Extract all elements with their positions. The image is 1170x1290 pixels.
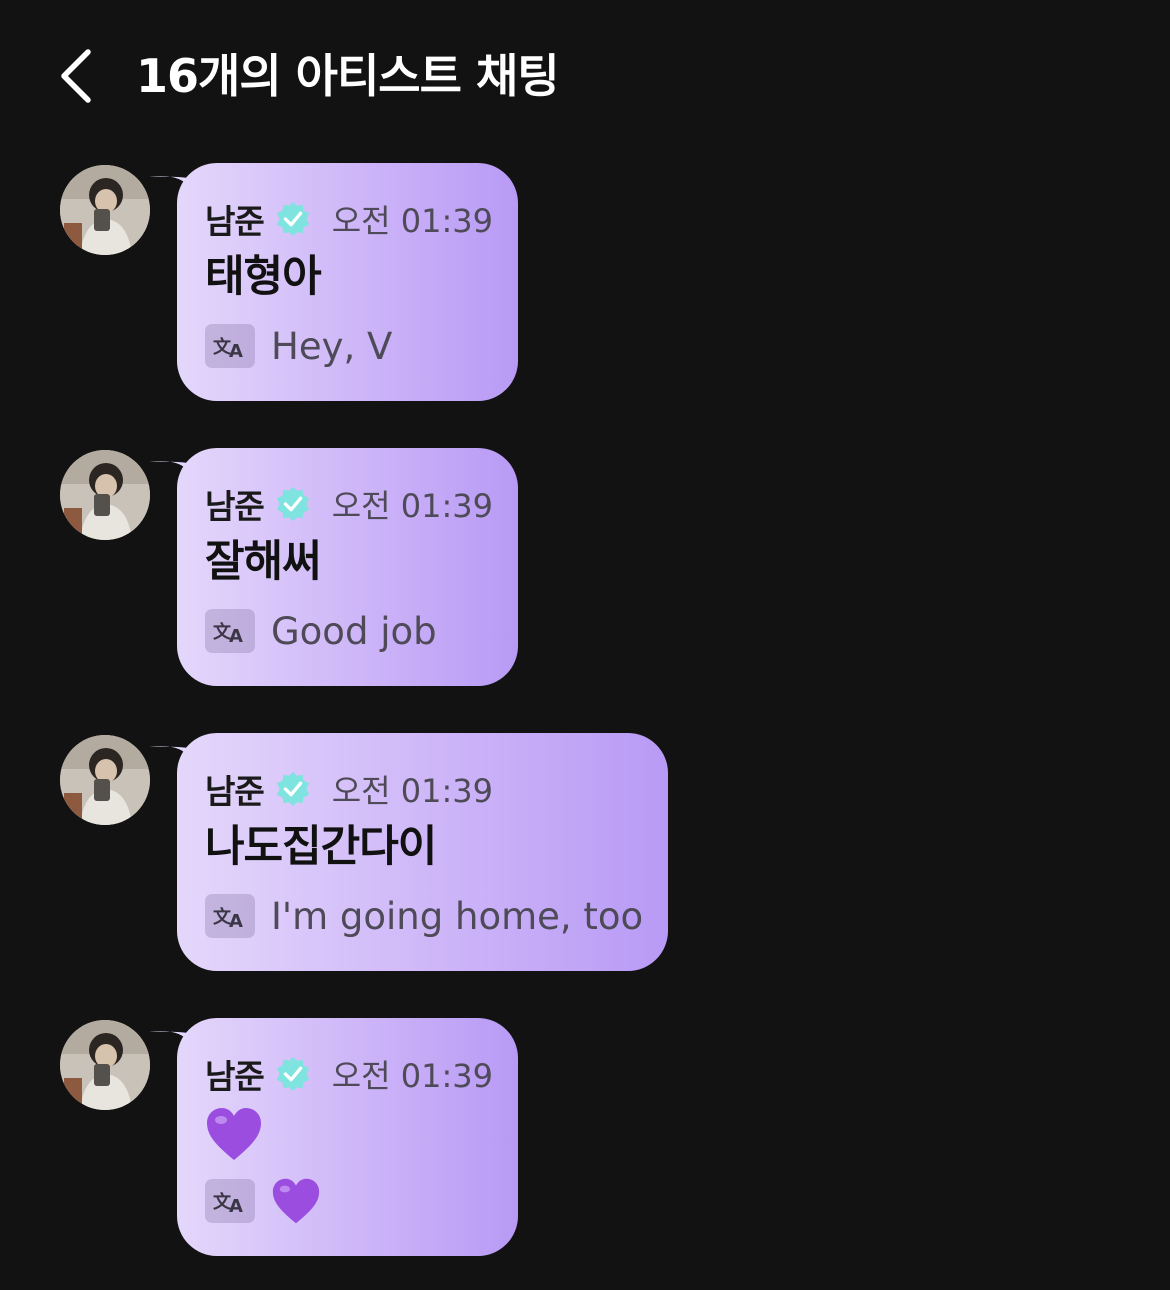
avatar[interactable] <box>60 165 150 255</box>
translate-icon[interactable]: 文 A <box>205 324 255 368</box>
svg-text:A: A <box>229 626 243 646</box>
translation-line: 文 A <box>205 1178 321 1224</box>
avatar[interactable] <box>60 1020 150 1110</box>
translated-text: I'm going home, too <box>271 894 644 938</box>
verified-badge-icon <box>274 200 312 238</box>
avatar-photo <box>60 1020 150 1110</box>
translated-text: Good job <box>271 609 437 653</box>
verified-badge-icon <box>274 485 312 523</box>
verified-badge-icon <box>274 770 312 808</box>
back-button[interactable] <box>50 44 106 108</box>
translation-line: 文 A Hey, V <box>205 323 392 369</box>
chevron-left-icon <box>61 49 91 103</box>
translation-line: 文 A I'm going home, too <box>205 893 643 939</box>
message-meta: 남준 오전 01:39 <box>205 197 493 241</box>
svg-text:A: A <box>229 341 243 361</box>
translate-icon[interactable]: 文 A <box>205 609 255 653</box>
sender-name: 남준 <box>205 1057 265 1096</box>
avatar-photo <box>60 165 150 255</box>
message-meta: 남준 오전 01:39 <box>205 767 493 811</box>
message-text: 잘해써 <box>205 537 322 587</box>
verified-badge-icon <box>274 1055 312 1093</box>
message-meta: 남준 오전 01:39 <box>205 1052 493 1096</box>
message-time: 오전 01:39 <box>331 202 494 240</box>
translation-line: 文 A Good job <box>205 608 437 654</box>
page-title: 16개의 아티스트 채팅 <box>136 49 560 103</box>
message-meta: 남준 오전 01:39 <box>205 482 493 526</box>
translated-text: Hey, V <box>271 324 393 368</box>
message-time: 오전 01:39 <box>331 772 494 810</box>
avatar-photo <box>60 450 150 540</box>
purple-heart-icon <box>272 1178 320 1224</box>
translate-icon[interactable]: 文 A <box>205 894 255 938</box>
message-text: 나도집간다이 <box>205 822 437 872</box>
svg-text:A: A <box>229 1196 243 1216</box>
sender-name: 남준 <box>205 772 265 811</box>
purple-heart-icon <box>207 1108 261 1160</box>
message-text: 태형아 <box>205 252 322 302</box>
message-time: 오전 01:39 <box>331 1057 494 1095</box>
avatar-photo <box>60 735 150 825</box>
sender-name: 남준 <box>205 487 265 526</box>
message-text <box>205 1104 263 1162</box>
translate-icon[interactable]: 文 A <box>205 1179 255 1223</box>
message-time: 오전 01:39 <box>331 487 494 525</box>
message-bubble[interactable]: 남준 오전 01:39 文 A <box>177 1018 518 1256</box>
message-bubble[interactable]: 남준 오전 01:39 태형아 文 A Hey, V <box>177 163 518 401</box>
message-bubble[interactable]: 남준 오전 01:39 잘해써 文 A Good job <box>177 448 518 686</box>
svg-text:A: A <box>229 911 243 931</box>
sender-name: 남준 <box>205 202 265 241</box>
avatar[interactable] <box>60 450 150 540</box>
message-bubble[interactable]: 남준 오전 01:39 나도집간다이 文 A I'm going home, t… <box>177 733 668 971</box>
avatar[interactable] <box>60 735 150 825</box>
chat-header: 16개의 아티스트 채팅 <box>0 0 1170 150</box>
